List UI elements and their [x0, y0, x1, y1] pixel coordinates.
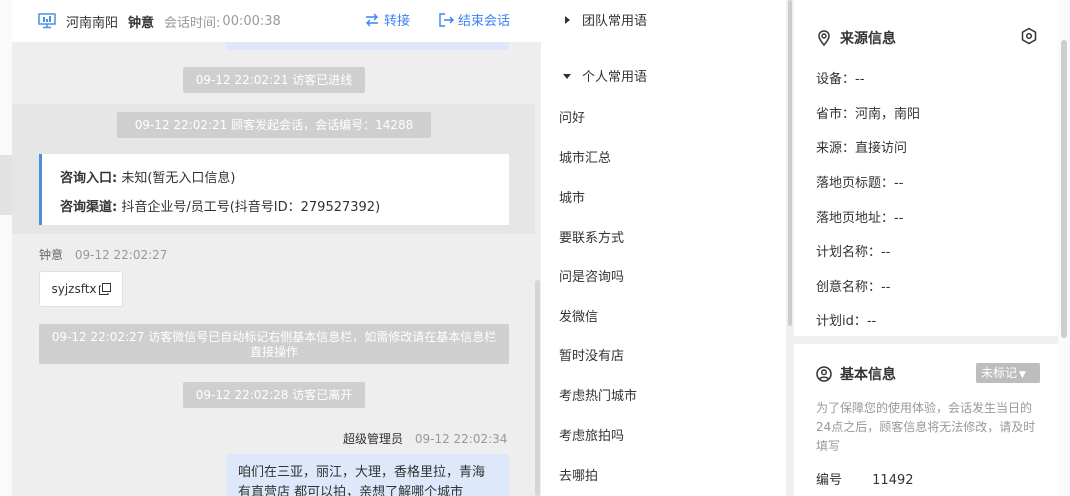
chat-header: 河南南阳 钟意 会话时间: 00:00:38 转接 结束会话: [12, 0, 541, 42]
exit-icon: [439, 12, 454, 27]
session-time-label: 会话时间:: [164, 15, 221, 31]
dropdown-caret-icon: ▼: [1019, 370, 1026, 380]
info-panel-scroll-thumb[interactable]: [1061, 40, 1067, 338]
consult-entry-label: 咨询入口:: [60, 171, 118, 186]
consult-channel-value: 抖音企业号/员工号(抖音号ID：279527392): [121, 200, 381, 215]
message-time: 09-12 22:02:27: [74, 248, 168, 262]
basic-info-title: 基本信息: [816, 364, 896, 384]
phrase-item[interactable]: 考虑热门城市: [559, 385, 637, 404]
chat-scrollbar[interactable]: [535, 280, 540, 496]
session-time-value: 00:00:38: [222, 13, 281, 29]
phrase-item[interactable]: 发微信: [559, 306, 598, 325]
message-meta: 钟意 09-12 22:02:27: [39, 246, 167, 263]
visitor-info-panel: 来源信息 设备：-- 省市：河南，南阳 来源：直接访问 落地页标题：-- 落地页…: [794, 0, 1058, 496]
left-strip: [0, 0, 12, 496]
phrase-group-label: 个人常用语: [582, 70, 648, 85]
source-landing-title: 落地页标题：--: [816, 176, 904, 191]
message-sender: 钟意: [39, 248, 64, 262]
caret-right-icon: [565, 15, 570, 24]
consult-entry-row: 咨询入口: 未知(暂无入口信息): [60, 164, 509, 193]
source-info-title: 来源信息: [816, 28, 896, 48]
phrase-item[interactable]: 要联系方式: [559, 227, 624, 246]
system-message-wechat: 09-12 22:02:27 访客微信号已自动标记右侧基本信息栏，如需修改请在基…: [39, 324, 509, 364]
tag-dropdown[interactable]: 未标记 ▼: [976, 363, 1040, 383]
message-text: syjzsftx: [51, 282, 97, 296]
message-time: 09-12 22:02:34: [414, 432, 508, 446]
edit-notice: 为了保障您的使用体验，会话发生当日的24点之后，顾客信息将无法修改，请及时填写: [816, 401, 1036, 453]
monitor-icon: [38, 13, 56, 29]
end-session-label: 结束会话: [458, 14, 511, 29]
source-info-label: 来源信息: [840, 31, 896, 47]
transfer-icon: [366, 13, 378, 26]
phrases-scroll-thumb[interactable]: [788, 0, 792, 326]
source-device: 设备：--: [816, 72, 865, 87]
agent-message-bubble: 咱们在三亚，丽江，大理，香格里拉，青海有直营店 都可以拍，亲想了解哪个城市: [226, 454, 509, 496]
left-collapse-tab[interactable]: [0, 155, 12, 215]
section-divider: [794, 336, 1058, 344]
phrase-item[interactable]: 考虑旅拍吗: [559, 425, 624, 444]
visitor-code-label: 编号: [816, 473, 843, 488]
basic-info-label: 基本信息: [840, 367, 896, 383]
transfer-button[interactable]: 转接: [364, 10, 410, 29]
chat-panel: 河南南阳 钟意 会话时间: 00:00:38 转接 结束会话 09-12 22:…: [12, 0, 541, 496]
visitor-code-row: 编号 11492: [816, 469, 914, 488]
system-message-entered: 09-12 22:02:21 访客已进线: [183, 67, 365, 93]
phrase-group-label: 团队常用语: [582, 14, 648, 29]
phrase-item[interactable]: 问是咨询吗: [559, 266, 624, 285]
location-pin-icon: [818, 30, 830, 46]
source-origin: 来源：直接访问: [816, 141, 908, 156]
settings-icon[interactable]: [1020, 27, 1038, 45]
phrases-panel: 团队常用语 个人常用语 问好 城市汇总 城市 要联系方式 问是咨询吗 发微信 暂…: [541, 0, 786, 496]
transfer-label: 转接: [384, 14, 411, 29]
source-province-city: 省市：河南，南阳: [816, 107, 921, 122]
message-sender: 超级管理员: [343, 432, 404, 446]
caret-down-icon: [563, 73, 571, 79]
phrase-group-personal[interactable]: 个人常用语: [562, 66, 647, 85]
source-plan-id: 计划id：--: [816, 314, 877, 329]
info-panel-scrollbar[interactable]: [1058, 0, 1070, 496]
source-plan-name: 计划名称：--: [816, 245, 891, 260]
message-meta: 超级管理员 09-12 22:02:34: [343, 430, 507, 447]
phrase-item[interactable]: 城市: [559, 187, 585, 206]
source-landing-url: 落地页地址：--: [816, 211, 904, 226]
system-message-left: 09-12 22:02:28 访客已离开: [183, 382, 365, 408]
tag-dropdown-value: 未标记: [981, 366, 1018, 380]
message-bubble[interactable]: syjzsftx: [39, 271, 123, 307]
phrase-item[interactable]: 暂时没有店: [559, 345, 624, 364]
phrase-item[interactable]: 城市汇总: [559, 147, 611, 166]
phrase-group-team[interactable]: 团队常用语: [562, 10, 647, 29]
previous-message-bubble: [226, 42, 509, 50]
consult-channel-row: 咨询渠道: 抖音企业号/员工号(抖音号ID：279527392): [60, 193, 509, 222]
copy-icon[interactable]: [98, 283, 111, 295]
source-creative-name: 创意名称：--: [816, 280, 891, 295]
consult-channel-label: 咨询渠道:: [60, 200, 118, 215]
phrases-scrollbar[interactable]: [786, 0, 794, 496]
visitor-region: 河南南阳: [66, 15, 119, 31]
consult-info-card: 咨询入口: 未知(暂无入口信息) 咨询渠道: 抖音企业号/员工号(抖音号ID：2…: [39, 154, 509, 225]
user-circle-icon: [816, 366, 832, 382]
phrase-item[interactable]: 去哪拍: [559, 465, 598, 484]
end-session-button[interactable]: 结束会话: [438, 10, 510, 29]
phrase-item[interactable]: 问好: [559, 107, 585, 126]
visitor-code-value: 11492: [872, 473, 914, 488]
consult-entry-value: 未知(暂无入口信息): [121, 171, 236, 186]
agent-name: 钟意: [128, 15, 155, 31]
system-message-session: 09-12 22:02:21 顾客发起会话，会话编号：14288: [117, 112, 431, 138]
